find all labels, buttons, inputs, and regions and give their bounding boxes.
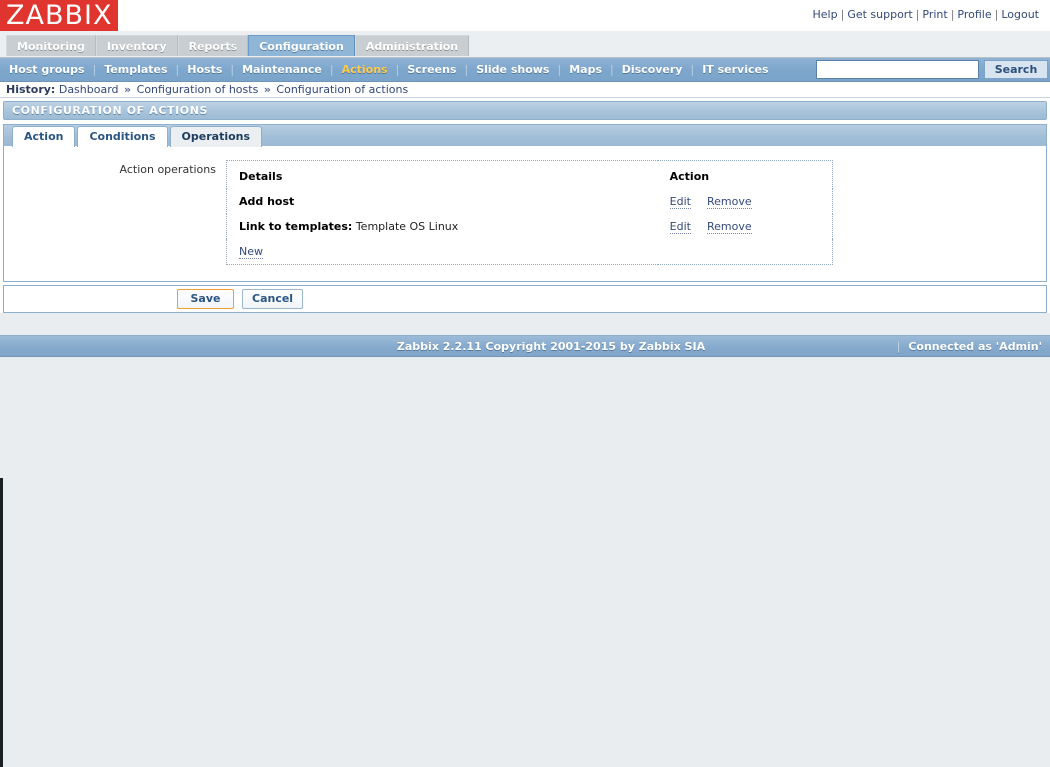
subnav-separator: | xyxy=(175,63,180,76)
operation-details-cell: Link to templates: Template OS Linux xyxy=(227,214,658,239)
nav-inventory[interactable]: Inventory xyxy=(95,35,178,56)
table-new-row: New xyxy=(227,239,833,265)
subnav-it-services[interactable]: IT services xyxy=(700,58,770,82)
page-background xyxy=(0,357,1050,757)
subnav-separator: | xyxy=(610,63,614,76)
history-label: History: xyxy=(6,83,56,96)
page-root: ZABBIX Help | Get support | Print | Profile | Lo… xyxy=(0,0,1050,757)
subnav-discovery[interactable]: Discovery xyxy=(620,58,685,82)
connected-as-label: Connected as 'Admin' xyxy=(908,340,1042,353)
top-link-separator: | xyxy=(950,8,955,21)
action-operations-row: Action operations Details Action Add hos… xyxy=(4,160,1046,265)
new-operation-action-cell xyxy=(658,239,833,265)
left-edge-rail xyxy=(0,478,3,767)
operation-details-cell: Add host xyxy=(227,189,658,214)
new-operation-link[interactable]: New xyxy=(239,245,263,259)
new-operation-cell: New xyxy=(227,239,658,265)
operation-action-cell: Edit Remove xyxy=(658,214,833,239)
sub-navigation: Host groups | Templates | Hosts | Maintenance |… xyxy=(0,58,1050,82)
nav-configuration[interactable]: Configuration xyxy=(248,35,355,56)
zabbix-logo[interactable]: ZABBIX xyxy=(0,0,118,31)
subnav-hosts[interactable]: Hosts xyxy=(185,58,224,82)
subnav-maps[interactable]: Maps xyxy=(567,58,604,82)
subnav-templates[interactable]: Templates xyxy=(102,58,169,82)
breadcrumb-configuration-of-actions[interactable]: Configuration of actions xyxy=(276,83,408,96)
operation-details-label: Add host xyxy=(239,195,295,208)
breadcrumb-configuration-of-hosts[interactable]: Configuration of hosts xyxy=(137,83,259,96)
edit-link[interactable]: Edit xyxy=(669,220,691,234)
nav-administration[interactable]: Administration xyxy=(354,35,470,56)
operations-form: Action operations Details Action Add hos… xyxy=(3,146,1047,282)
footer-separator: | xyxy=(896,340,901,353)
breadcrumb: History: Dashboard » Configuration of ho… xyxy=(0,82,1050,98)
page-title: CONFIGURATION OF ACTIONS xyxy=(12,104,209,117)
profile-link[interactable]: Profile xyxy=(957,8,991,21)
print-link[interactable]: Print xyxy=(922,8,947,21)
page-title-bar: CONFIGURATION OF ACTIONS xyxy=(3,101,1047,120)
top-link-separator: | xyxy=(994,8,999,21)
action-operations-table: Details Action Add host Edit Remove Link … xyxy=(226,160,833,265)
help-link[interactable]: Help xyxy=(813,8,838,21)
subnav-separator: | xyxy=(329,63,334,76)
table-row: Link to templates: Template OS Linux Edi… xyxy=(227,214,833,239)
get-support-link[interactable]: Get support xyxy=(847,8,912,21)
column-header-details: Details xyxy=(239,170,283,183)
nav-monitoring[interactable]: Monitoring xyxy=(6,35,96,56)
form-button-bar: Save Cancel xyxy=(3,285,1047,313)
form-tabs: Action Conditions Operations xyxy=(3,124,1047,147)
subnav-slide-shows[interactable]: Slide shows xyxy=(474,58,551,82)
search-input[interactable] xyxy=(815,60,979,79)
operation-details-value: Template OS Linux xyxy=(355,220,459,233)
remove-link[interactable]: Remove xyxy=(706,195,752,209)
subnav-host-groups[interactable]: Host groups xyxy=(7,58,87,82)
save-button[interactable]: Save xyxy=(177,289,234,309)
content-spacer xyxy=(0,313,1050,335)
tab-operations[interactable]: Operations xyxy=(169,126,263,147)
global-search: Search xyxy=(815,60,1048,79)
table-header-row: Details Action xyxy=(227,161,833,190)
logout-link[interactable]: Logout xyxy=(1001,8,1039,21)
subnav-separator: | xyxy=(395,63,400,76)
top-utility-links: Help | Get support | Print | Profile | Logout xyxy=(813,8,1039,21)
subnav-separator: | xyxy=(690,63,695,76)
cancel-button[interactable]: Cancel xyxy=(242,289,304,309)
breadcrumb-separator: » xyxy=(124,83,132,96)
subnav-separator: | xyxy=(464,63,469,76)
nav-reports[interactable]: Reports xyxy=(177,35,249,56)
page-footer: Zabbix 2.2.11 Copyright 2001-2015 by Zab… xyxy=(0,335,1050,357)
footer-connected-as: | Connected as 'Admin' xyxy=(897,336,1042,358)
remove-link[interactable]: Remove xyxy=(706,220,752,234)
subnav-actions[interactable]: Actions xyxy=(340,58,390,82)
page-header: ZABBIX Help | Get support | Print | Profile | Lo… xyxy=(0,0,1050,31)
operation-details-label: Link to templates: xyxy=(239,220,353,233)
breadcrumb-separator: » xyxy=(263,83,271,96)
main-navigation: Monitoring Inventory Reports Configuration A… xyxy=(0,31,1050,58)
breadcrumb-dashboard[interactable]: Dashboard xyxy=(59,83,119,96)
operation-action-cell: Edit Remove xyxy=(658,189,833,214)
tab-action[interactable]: Action xyxy=(12,126,76,147)
subnav-maintenance[interactable]: Maintenance xyxy=(240,58,324,82)
table-row: Add host Edit Remove xyxy=(227,189,833,214)
subnav-separator: | xyxy=(230,63,235,76)
action-operations-label: Action operations xyxy=(119,163,217,176)
top-link-separator: | xyxy=(915,8,920,21)
edit-link[interactable]: Edit xyxy=(669,195,691,209)
column-header-action: Action xyxy=(669,170,710,183)
subnav-screens[interactable]: Screens xyxy=(405,58,458,82)
subnav-separator: | xyxy=(557,63,562,76)
tab-conditions[interactable]: Conditions xyxy=(77,126,168,147)
footer-copyright: Zabbix 2.2.11 Copyright 2001-2015 by Zab… xyxy=(396,340,706,353)
top-link-separator: | xyxy=(840,8,845,21)
subnav-separator: | xyxy=(92,63,97,76)
search-button[interactable]: Search xyxy=(984,60,1048,79)
